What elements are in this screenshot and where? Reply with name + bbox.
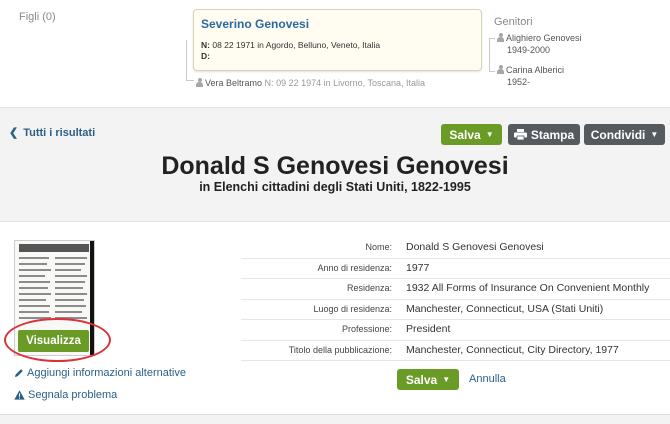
detail-row: Luogo di residenza: Manchester, Connecti…	[241, 300, 670, 320]
thumbnail-text-line	[55, 275, 87, 277]
parent-name: Carina Alberici	[506, 65, 565, 75]
thumbnail-text-line	[55, 263, 85, 265]
highlight-circle	[4, 318, 111, 362]
printer-icon	[513, 129, 527, 140]
record-details-table: Nome: Donald S Genovesi Genovesi Anno di…	[241, 238, 670, 361]
parent-dates: 1949-2000	[507, 45, 551, 55]
chevron-left-icon: ❮	[9, 127, 19, 139]
family-tree-panel: Figli (0) Severino Genovesi N: 08 22 197…	[0, 0, 670, 107]
detail-value: 1932 All Forms of Insurance On Convenien…	[406, 282, 650, 294]
tree-connector	[489, 38, 490, 71]
print-button-label: Stampa	[530, 127, 575, 142]
save-button[interactable]: Salva ▼	[441, 124, 502, 145]
parent-entry-mother[interactable]: Carina Alberici 1952-	[497, 64, 564, 88]
person-death: D:	[201, 51, 210, 61]
death-label: D:	[201, 51, 210, 61]
report-problem-label: Segnala problema	[28, 389, 118, 401]
footer-band	[0, 415, 670, 424]
caret-down-icon: ▼	[650, 130, 659, 139]
detail-label: Nome:	[365, 242, 392, 252]
thumbnail-masthead	[19, 244, 89, 252]
share-button[interactable]: Condividi ▼	[584, 124, 665, 145]
save-record-label: Salva	[405, 372, 438, 387]
share-button-label: Condividi	[590, 127, 646, 142]
tree-connector	[186, 80, 194, 81]
detail-value: 1977	[406, 261, 430, 274]
person-icon	[196, 78, 203, 87]
thumbnail-text-line	[19, 299, 46, 301]
back-to-results-link[interactable]: ❮ Tutti i risultati	[9, 126, 95, 139]
record-header: ❮ Tutti i risultati Salva ▼ Stampa Condivi…	[0, 107, 670, 222]
detail-row: Anno di residenza: 1977	[241, 259, 670, 279]
person-name[interactable]: Severino Genovesi	[201, 17, 309, 31]
thumbnail-text-line	[19, 263, 47, 265]
detail-value: President	[406, 323, 451, 335]
detail-label: Luogo di residenza:	[313, 303, 392, 314]
cancel-link[interactable]: Annulla	[469, 373, 506, 385]
person-icon	[497, 65, 504, 74]
thumbnail-text-line	[55, 269, 81, 271]
detail-row: Residenza: 1932 All Forms of Insurance O…	[241, 279, 670, 300]
tree-connector	[186, 40, 187, 80]
spouse-birth-value: 09 22 1974 in Livorno, Toscana, Italia	[276, 78, 426, 88]
report-problem-link[interactable]: Segnala problema	[14, 389, 117, 401]
parent-entry-father[interactable]: Alighiero Genovesi 1949-2000	[497, 32, 582, 56]
thumbnail-text-line	[19, 311, 49, 313]
detail-label: Residenza:	[346, 283, 392, 293]
caret-down-icon: ▼	[485, 130, 494, 139]
birth-label: N:	[201, 40, 210, 50]
warning-icon	[14, 390, 25, 400]
print-button[interactable]: Stampa	[508, 124, 580, 145]
birth-value: 08 22 1971 in Agordo, Belluno, Veneto, I…	[212, 40, 381, 50]
thumbnail-text-line	[19, 275, 45, 277]
detail-label: Anno di residenza:	[317, 262, 392, 273]
spouse-entry[interactable]: Vera Beltramo N: 09 22 1974 in Livorno, …	[196, 78, 425, 88]
tree-connector	[489, 71, 495, 72]
thumbnail-text-line	[55, 257, 87, 259]
detail-label: Professione:	[341, 324, 392, 334]
person-card[interactable]: Severino Genovesi N: 08 22 1971 in Agord…	[193, 9, 482, 71]
thumbnail-text-line	[55, 293, 87, 295]
parents-title: Genitori	[494, 16, 533, 28]
spouse-birth-label: N:	[264, 78, 274, 88]
parent-dates: 1952-	[507, 77, 531, 87]
thumbnail-text-line	[19, 269, 51, 271]
tree-connector	[489, 38, 495, 39]
back-link-label: Tutti i risultati	[23, 127, 96, 139]
detail-label: Titolo della pubblicazione:	[288, 344, 392, 355]
thumbnail-text-line	[55, 281, 85, 283]
detail-row: Titolo della pubblicazione: Manchester, …	[241, 341, 670, 361]
thumbnail-text-line	[19, 293, 51, 295]
thumbnail-text-line	[55, 305, 86, 307]
save-button-label: Salva	[449, 127, 481, 142]
add-alternate-info-label: Aggiungi informazioni alternative	[27, 367, 186, 379]
spouse-name: Vera Beltramo	[205, 78, 263, 88]
page-title: Donald S Genovesi Genovesi	[161, 152, 509, 180]
children-count[interactable]: Figli (0)	[19, 11, 56, 23]
collection-subtitle: in Elenchi cittadini degli Stati Uniti, …	[199, 180, 471, 194]
pencil-icon	[15, 369, 23, 377]
person-birth: N: 08 22 1971 in Agordo, Belluno, Veneto…	[201, 40, 380, 50]
thumbnail-text-line	[19, 281, 50, 283]
detail-value: Donald S Genovesi Genovesi	[406, 241, 544, 253]
thumbnail-text-line	[55, 299, 84, 301]
detail-row: Nome: Donald S Genovesi Genovesi	[241, 238, 670, 259]
detail-row: Professione: President	[241, 320, 670, 341]
thumbnail-text-line	[55, 287, 83, 289]
thumbnail-text-line	[19, 287, 48, 289]
detail-value: Manchester, Connecticut, USA (Stati Unit…	[406, 302, 604, 315]
thumbnail-text-line	[19, 305, 50, 307]
detail-value: Manchester, Connecticut, City Directory,…	[406, 343, 619, 356]
thumbnail-text-line	[19, 257, 49, 259]
save-record-button[interactable]: Salva ▼	[397, 369, 459, 390]
add-alternate-info-link[interactable]: Aggiungi informazioni alternative	[14, 367, 186, 379]
person-icon	[497, 33, 504, 42]
parent-name: Alighiero Genovesi	[506, 33, 582, 43]
thumbnail-text-line	[55, 311, 82, 313]
caret-down-icon: ▼	[442, 375, 451, 384]
